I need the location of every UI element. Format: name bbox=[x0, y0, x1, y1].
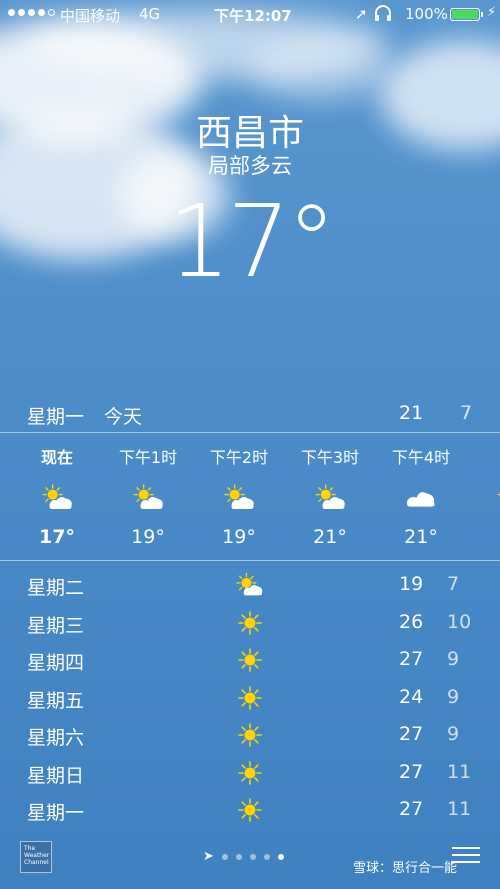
daily-row: 星期三 26 10 bbox=[0, 604, 500, 642]
today-high: 21 bbox=[399, 402, 424, 424]
location-arrow-icon: ➚ bbox=[355, 5, 368, 23]
watermark-text: 雪球：思行合一能 bbox=[353, 861, 458, 876]
charging-icon: ⚡ bbox=[487, 5, 497, 20]
hour-time: 下午2时 bbox=[209, 448, 269, 467]
hour-item: 下午1时 19° bbox=[103, 434, 193, 548]
hour-item: 现在 17° bbox=[12, 434, 102, 548]
hour-temp: 19° bbox=[131, 526, 165, 548]
partly-cloudy-icon bbox=[39, 482, 75, 512]
daily-row: 星期二 19 7 bbox=[0, 566, 500, 604]
page-dot bbox=[235, 853, 242, 860]
headphones-icon bbox=[374, 5, 392, 25]
daily-weekday: 星期六 bbox=[27, 727, 85, 749]
partly-cloudy-icon bbox=[494, 482, 500, 512]
daily-weekday: 星期五 bbox=[27, 689, 85, 712]
signal-strength-icon bbox=[8, 9, 55, 16]
hour-temp: 19° bbox=[222, 526, 256, 548]
current-temperature: 17° bbox=[167, 183, 336, 300]
sun-icon bbox=[235, 685, 265, 711]
current-location-icon: ➤ bbox=[203, 849, 214, 864]
cloud-icon bbox=[403, 482, 439, 512]
sun-icon bbox=[235, 722, 265, 748]
partly-cloudy-icon bbox=[130, 482, 166, 512]
today-low: 7 bbox=[460, 402, 473, 424]
hour-item: 下午4时 21° bbox=[376, 434, 466, 548]
partly-cloudy-icon bbox=[221, 482, 257, 512]
status-bar: 中国移动 4G 下午12:07 ➚ 100% ⚡ bbox=[0, 0, 500, 28]
daily-row: 星期五 24 9 bbox=[0, 679, 500, 717]
today-summary-row: 星期一 今天 21 7 bbox=[27, 398, 480, 428]
page-dot bbox=[263, 853, 270, 860]
today-label: 今天 bbox=[104, 406, 143, 428]
hour-temp: 21° bbox=[313, 526, 347, 548]
daily-weekday: 星期四 bbox=[27, 652, 85, 674]
weather-channel-logo[interactable]: The Weather Channel bbox=[20, 841, 52, 873]
today-weekday: 星期一 bbox=[27, 406, 85, 428]
daily-row: 星期六 27 9 bbox=[0, 716, 500, 754]
hour-temp: 21° bbox=[404, 526, 438, 548]
daily-weekday: 星期一 bbox=[27, 802, 85, 824]
daily-low: 9 bbox=[447, 723, 460, 745]
city-name: 西昌市 bbox=[195, 113, 304, 154]
daily-weekday: 星期日 bbox=[27, 764, 85, 787]
hourly-top-divider bbox=[0, 432, 500, 433]
hour-time: 现在 bbox=[40, 448, 73, 467]
hour-item: 下 bbox=[467, 434, 500, 526]
daily-high: 27 bbox=[399, 798, 424, 820]
daily-row: 星期四 27 9 bbox=[0, 641, 500, 679]
daily-high: 27 bbox=[399, 760, 424, 783]
hour-item: 下午3时 21° bbox=[285, 434, 375, 548]
daily-row: 星期日 27 11 bbox=[0, 754, 500, 792]
daily-high: 27 bbox=[399, 723, 424, 745]
daily-low: 7 bbox=[447, 573, 460, 595]
sun-icon bbox=[235, 797, 265, 823]
hour-temp: 17° bbox=[39, 526, 75, 548]
hourly-forecast-strip[interactable]: 现在 17° 下午1时 19° 下午2时 19° 下午3时 21° 下午4时 2… bbox=[0, 434, 500, 559]
carrier-name: 中国移动 bbox=[60, 7, 121, 25]
weather-condition: 局部多云 bbox=[208, 154, 292, 178]
daily-low: 9 bbox=[447, 648, 460, 670]
daily-row: 星期一 27 11 bbox=[0, 791, 500, 829]
network-type: 4G bbox=[139, 5, 161, 23]
daily-low: 11 bbox=[447, 798, 472, 820]
bottom-toolbar: The Weather Channel ➤ 雪球：思行合一能 bbox=[0, 839, 500, 889]
hour-item: 下午2时 19° bbox=[194, 434, 284, 548]
city-list-icon[interactable] bbox=[452, 847, 480, 868]
daily-low: 10 bbox=[447, 610, 472, 633]
hour-time: 下午3时 bbox=[300, 448, 360, 467]
hourly-bottom-divider bbox=[0, 560, 500, 561]
daily-weekday: 星期二 bbox=[27, 577, 85, 599]
page-dot bbox=[249, 853, 256, 860]
hour-time: 下 bbox=[467, 444, 500, 468]
hour-time: 下午1时 bbox=[118, 448, 178, 467]
daily-forecast-list[interactable]: 星期二 19 7 星期三 26 10 星期四 27 9 星期五 24 9 星期六… bbox=[0, 566, 500, 829]
daily-low: 11 bbox=[447, 760, 472, 783]
hour-time: 下午4时 bbox=[391, 448, 451, 467]
battery-tip bbox=[481, 12, 483, 17]
daily-low: 9 bbox=[447, 685, 460, 708]
daily-high: 19 bbox=[399, 573, 424, 595]
daily-weekday: 星期三 bbox=[27, 614, 85, 637]
status-time: 下午12:07 bbox=[214, 7, 292, 25]
sun-icon bbox=[235, 610, 265, 636]
daily-high: 24 bbox=[399, 685, 424, 708]
daily-high: 26 bbox=[399, 610, 424, 633]
daily-high: 27 bbox=[399, 648, 424, 670]
sun-icon bbox=[235, 760, 265, 786]
page-indicator[interactable]: ➤ bbox=[203, 849, 284, 864]
partly-cloudy-icon bbox=[235, 572, 265, 598]
battery-percent: 100% bbox=[405, 5, 448, 23]
page-dot bbox=[221, 853, 228, 860]
sun-icon bbox=[235, 647, 265, 673]
partly-cloudy-icon bbox=[312, 482, 348, 512]
battery-icon bbox=[450, 8, 480, 21]
page-dot-active bbox=[277, 853, 284, 860]
